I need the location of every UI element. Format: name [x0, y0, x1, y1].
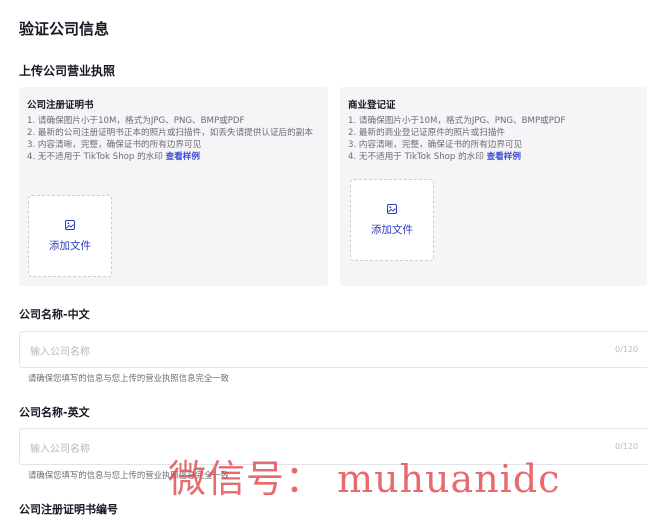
view-sample-link[interactable]: 查看样例 [487, 152, 521, 162]
company-name-cn-input[interactable]: 输入公司名称 0/120 [19, 331, 647, 368]
char-counter: 0/120 [615, 442, 639, 451]
input-placeholder: 输入公司名称 [30, 347, 90, 358]
add-file-label: 添加文件 [49, 239, 91, 252]
image-icon [65, 219, 75, 230]
tip-line: 4. 无不适用于 TikTok Shop 的水印 查看样例 [27, 151, 320, 163]
upload-card-registration-certificate: 公司注册证明书 1. 请确保图片小于10M，格式为JPG、PNG、BMP或PDF… [19, 87, 328, 286]
field-hint: 请确保您填写的信息与您上传的营业执照信息完全一致 [28, 373, 229, 383]
tip-line: 1. 请确保图片小于10M，格式为JPG、PNG、BMP或PDF [27, 116, 245, 126]
field-label-company-name-cn: 公司名称-中文 [19, 308, 90, 321]
card-title: 公司注册证明书 [27, 100, 94, 111]
image-icon [387, 203, 397, 214]
tip-line: 3. 内容清晰，完整，确保证书的所有边界可见 [27, 140, 202, 150]
tip-text: 4. 无不适用于 TikTok Shop 的水印 [27, 152, 166, 162]
input-placeholder: 输入公司名称 [30, 444, 90, 455]
add-file-label: 添加文件 [371, 223, 413, 236]
add-file-dropzone[interactable]: 添加文件 [350, 179, 434, 261]
add-file-dropzone[interactable]: 添加文件 [28, 195, 112, 277]
tip-text: 4. 无不适用于 TikTok Shop 的水印 [348, 152, 487, 162]
field-label-company-name-en: 公司名称-英文 [19, 406, 90, 419]
tip-line: 3. 内容清晰，完整，确保证书的所有边界可见 [348, 140, 523, 150]
tip-line: 4. 无不适用于 TikTok Shop 的水印 查看样例 [348, 151, 639, 163]
tip-line: 2. 最新的商业登记证原件的照片或扫描件 [348, 128, 506, 138]
card-title: 商业登记证 [348, 100, 396, 111]
view-sample-link[interactable]: 查看样例 [166, 152, 200, 162]
tip-line: 1. 请确保图片小于10M，格式为JPG、PNG、BMP或PDF [348, 116, 566, 126]
char-counter: 0/120 [615, 345, 639, 354]
field-label-registration-number: 公司注册证明书编号 [19, 503, 118, 516]
tip-line: 2. 最新的公司注册证明书正本的照片或扫描件，如丢失请提供认证后的副本 [27, 128, 313, 138]
upload-card-business-registration: 商业登记证 1. 请确保图片小于10M，格式为JPG、PNG、BMP或PDF 2… [340, 87, 647, 286]
watermark-text: 微信号： muhuanidc [168, 457, 561, 501]
page-title: 验证公司信息 [19, 20, 110, 38]
upload-section-title: 上传公司营业执照 [19, 64, 116, 78]
